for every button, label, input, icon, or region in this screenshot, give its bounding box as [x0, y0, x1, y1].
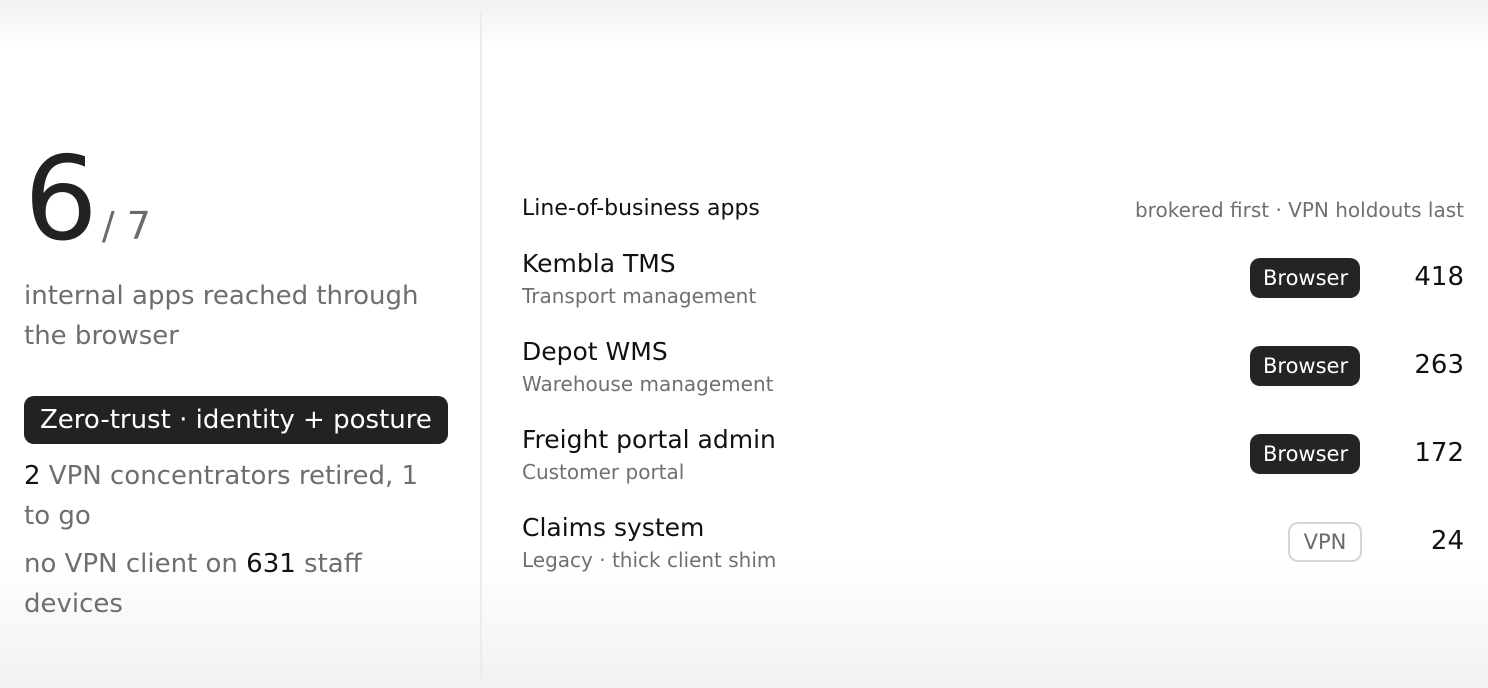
panel-divider	[480, 10, 482, 678]
concentrators-text: VPN concentrators retired, 1 to go	[24, 461, 419, 531]
concentrators-count: 2	[24, 461, 41, 491]
apps-title: Line-of-business apps	[522, 196, 760, 221]
app-row[interactable]: Depot WMS Warehouse management Browser 2…	[522, 336, 1464, 408]
app-description: Transport management	[522, 284, 757, 308]
access-badge: VPN	[1288, 522, 1362, 562]
summary-subtitle: internal apps reached through the browse…	[24, 281, 419, 351]
zero-trust-chip: Zero-trust · identity + posture	[24, 396, 448, 444]
access-badge: Browser	[1250, 434, 1360, 474]
app-description: Customer portal	[522, 460, 685, 484]
app-name: Depot WMS	[522, 337, 668, 366]
apps-sort-note: brokered first · VPN holdouts last	[1134, 198, 1464, 222]
vpn-concentrators-stat: 2 VPN concentrators retired, 1 to go	[24, 456, 434, 536]
staff-devices-stat: no VPN client on 631 staff devices	[24, 544, 434, 624]
access-badge: Browser	[1250, 258, 1360, 298]
user-count: 263	[1414, 350, 1464, 380]
access-badge: Browser	[1250, 346, 1360, 386]
big-number: 6	[24, 132, 98, 267]
devices-count: 631	[246, 549, 296, 579]
app-row[interactable]: Kembla TMS Transport management Browser …	[522, 248, 1464, 320]
app-row[interactable]: Freight portal admin Customer portal Bro…	[522, 424, 1464, 496]
user-count: 172	[1414, 438, 1464, 468]
user-count: 418	[1414, 262, 1464, 292]
user-count: 24	[1430, 526, 1464, 556]
app-description: Warehouse management	[522, 372, 774, 396]
app-name: Kembla TMS	[522, 249, 676, 278]
apps-header: Line-of-business apps brokered first · V…	[522, 194, 1464, 224]
app-row[interactable]: Claims system Legacy · thick client shim…	[522, 512, 1464, 584]
apps-ratio: 6/ 7	[24, 142, 151, 258]
app-name: Claims system	[522, 513, 705, 542]
app-description: Legacy · thick client shim	[522, 548, 777, 572]
devices-prefix: no VPN client on	[24, 549, 247, 579]
app-name: Freight portal admin	[522, 425, 776, 454]
denominator: / 7	[101, 204, 151, 248]
